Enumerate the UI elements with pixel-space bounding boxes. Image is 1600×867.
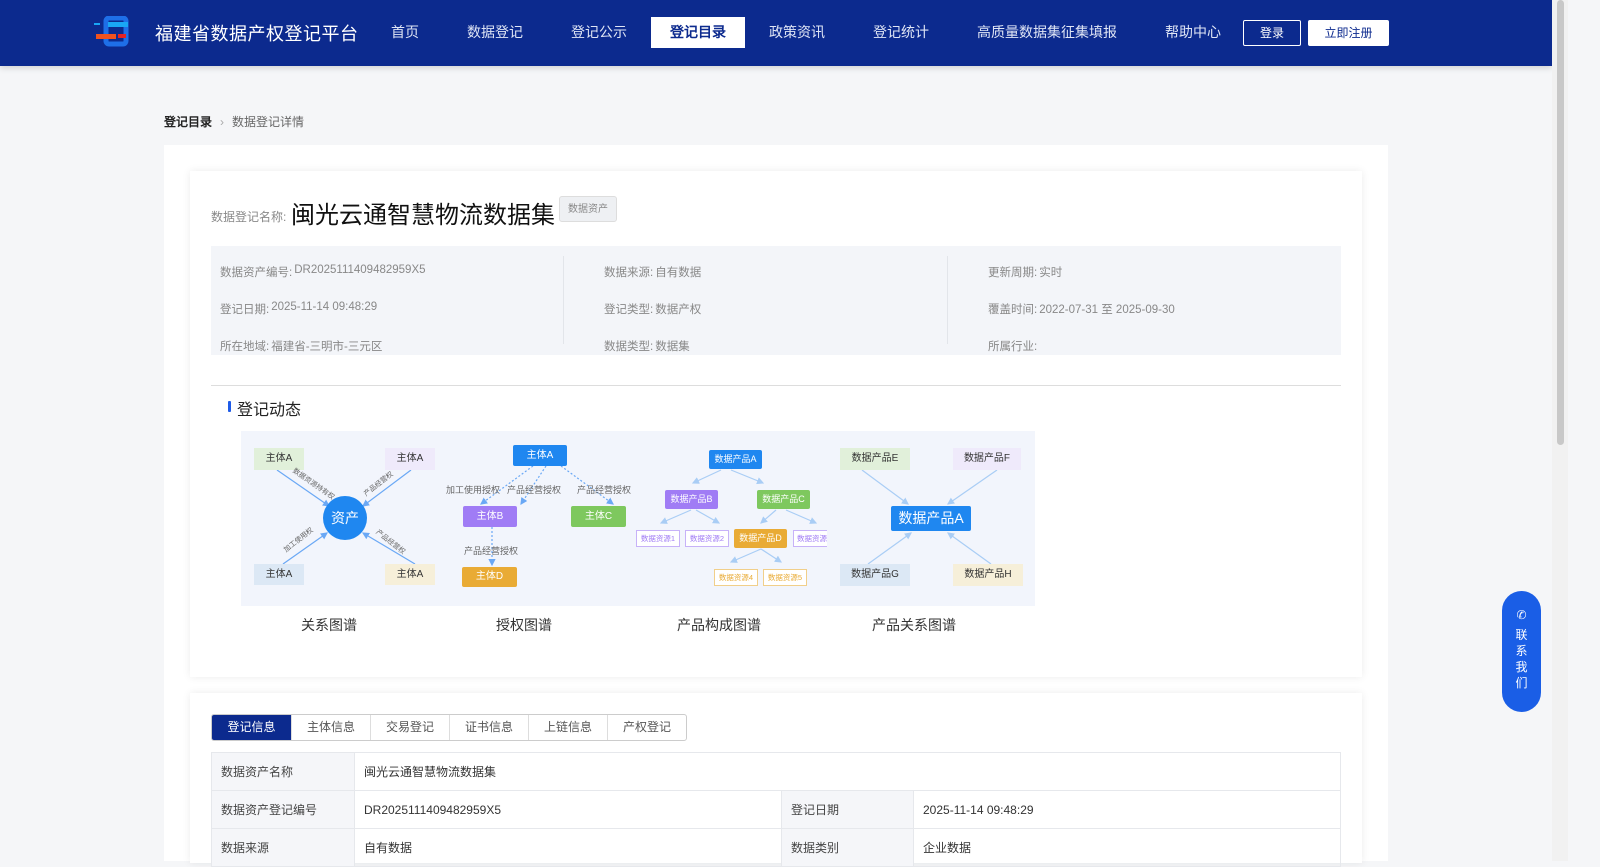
registration-table: 数据资产名称 闽光云通智慧物流数据集 数据资产登记编号 DR202511140948… [211,752,1341,867]
section-divider [211,385,1341,386]
caption-authorization-graph: 授权图谱 [496,617,552,633]
nav-registration-notice[interactable]: 登记公示 [547,17,651,48]
node-asset: 资产 [323,496,367,540]
node-subject: 主体A [513,445,567,466]
detail-card: 数据登记名称: 闽光云通智慧物流数据集 数据资产 数据资产编号: DR202511… [190,171,1362,677]
breadcrumb: 登记目录 › 数据登记详情 [164,113,304,130]
info-label: 覆盖时间: [988,304,1038,316]
scrollbar-thumb[interactable] [1557,0,1564,445]
nav-dataset-collection[interactable]: 高质量数据集征集填报 [953,17,1141,48]
tab-bar: 登记信息 主体信息 交易登记 证书信息 上链信息 产权登记 [211,714,687,741]
divider [563,256,564,344]
tab-property-registration[interactable]: 产权登记 [607,715,686,740]
nav-data-registration[interactable]: 数据登记 [443,17,547,48]
register-button[interactable]: 立即注册 [1308,20,1389,46]
node-product: 数据产品C [757,490,810,509]
chevron-right-icon: › [220,114,225,129]
cell-label: 数据资产登记编号 [211,790,355,829]
contact-label: 联系我们 [1515,628,1528,690]
cell-label: 数据资产名称 [211,752,355,791]
phone-icon: ✆ [1516,608,1527,622]
asset-type-badge: 数据资产 [559,196,617,222]
dataset-name: 闽光云通智慧物流数据集 [291,202,555,229]
nav-home[interactable]: 首页 [367,17,443,48]
node-subject: 主体D [462,567,517,587]
cell-value: 2025-11-14 09:48:29 [913,790,1341,829]
contact-us-button[interactable]: ✆ 联系我们 [1502,591,1541,712]
breadcrumb-current: 数据登记详情 [232,115,305,129]
node-product: 数据产品G [840,564,910,586]
info-label: 数据资产编号: [220,267,293,279]
node-subject: 主体A [385,564,435,585]
tab-subject-info[interactable]: 主体信息 [291,715,370,740]
node-resource: 数据资源3 [793,530,827,547]
table-row: 数据资产登记编号 DR2025111409482959X5 登记日期 2025-11-… [211,790,1341,829]
info-value: 数据集 [655,341,690,353]
info-label: 所属行业: [988,341,1038,353]
tab-transaction[interactable]: 交易登记 [370,715,449,740]
node-subject: 主体B [463,506,517,527]
info-value: 福建省-三明市-三元区 [271,341,383,353]
tab-certificate[interactable]: 证书信息 [449,715,528,740]
info-grid: 数据资产编号: DR2025111409482959X5 登记日期: 2025-11… [211,246,1341,355]
nav-registration-catalog[interactable]: 登记目录 [651,17,745,48]
info-label: 数据来源: [604,267,654,279]
nav-policy-news[interactable]: 政策资讯 [745,17,849,48]
node-product: 数据产品E [840,448,910,470]
node-product: 数据产品A [709,450,762,469]
section-title-dynamics: 登记动态 [228,396,301,420]
node-resource: 数据资源2 [685,530,729,547]
info-value: 2025-11-14 09:48:29 [271,301,378,313]
node-resource: 数据资源5 [763,569,807,586]
node-product-center: 数据产品A [891,506,971,531]
divider [947,256,948,344]
info-label: 登记类型: [604,304,654,316]
nav-registration-stats[interactable]: 登记统计 [849,17,953,48]
info-label: 更新周期: [988,267,1038,279]
info-label: 数据类型: [604,341,654,353]
caption-composition-graph: 产品构成图谱 [677,617,761,633]
node-product: 数据产品F [953,448,1021,470]
info-tabs-card: 登记信息 主体信息 交易登记 证书信息 上链信息 产权登记 数据资产名称 闽光云通… [190,693,1362,867]
cell-label: 登记日期 [781,790,914,829]
info-value: DR2025111409482959X5 [294,264,426,276]
registration-diagrams: 主体A 主体A 主体A 主体A 资产 数据资源持有权 产品经营权 加工使用权 产… [241,431,1035,606]
nav-help-center[interactable]: 帮助中心 [1141,17,1245,48]
node-product: 数据产品H [953,564,1023,586]
node-subject: 主体C [571,506,626,527]
edge-label: 加工使用授权 [446,485,501,495]
caption-product-relation-graph: 产品关系图谱 [872,617,956,633]
edge-label: 产品经营授权 [577,485,632,495]
info-label: 登记日期: [220,304,270,316]
main-nav: 首页 数据登记 登记公示 登记目录 政策资讯 登记统计 高质量数据集征集填报 帮… [367,17,1245,48]
site-title[interactable]: 福建省数据产权登记平台 [155,20,359,46]
info-label: 所在地域: [220,341,270,353]
login-button[interactable]: 登录 [1243,20,1301,46]
edge-label: 产品经营授权 [507,485,562,495]
info-value: 2022-07-31 至 2025-09-30 [1039,304,1175,316]
caption-relation-graph: 关系图谱 [301,617,357,633]
info-value: 实时 [1039,267,1063,279]
tab-blockchain[interactable]: 上链信息 [528,715,607,740]
info-value: 数据产权 [655,304,702,316]
info-value: 自有数据 [655,267,702,279]
tab-registration-info[interactable]: 登记信息 [212,715,291,740]
node-subject: 主体A [385,448,435,470]
cell-value: 闽光云通智慧物流数据集 [354,752,1341,791]
node-subject: 主体A [254,564,304,585]
node-product: 数据产品B [665,490,718,509]
top-header: 福建省数据产权登记平台 首页 数据登记 登记公示 登记目录 政策资讯 登记统计 … [0,0,1552,66]
edge-label: 产品经营授权 [464,546,519,556]
cell-value: DR2025111409482959X5 [354,790,782,829]
name-label: 数据登记名称: [211,210,287,224]
node-resource: 数据资源4 [714,569,758,586]
node-product: 数据产品D [734,529,787,548]
platform-logo [94,16,129,47]
table-row: 数据资产名称 闽光云通智慧物流数据集 [211,752,1341,791]
breadcrumb-catalog[interactable]: 登记目录 [164,113,212,130]
node-resource: 数据资源1 [636,530,680,547]
